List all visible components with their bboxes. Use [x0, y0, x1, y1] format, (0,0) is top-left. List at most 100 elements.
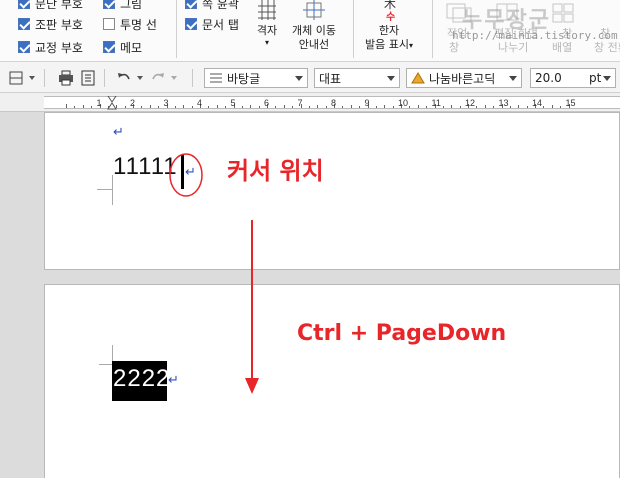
hanja-label-line2: 발음 표시▾ [365, 38, 413, 53]
ruler-minor-tick [208, 106, 210, 108]
checkbox-document-tab[interactable]: 문서 탭 [185, 15, 239, 33]
document-area[interactable]: ↵ 11111 ↵ 커서 위치 2222 ↵ Ctrl + PageDown [0, 112, 620, 478]
ruler-minor-tick [325, 106, 327, 108]
ribbon-separator [353, 0, 354, 58]
paragraph-mark: ↵ [113, 125, 124, 140]
svg-text:수: 수 [386, 11, 395, 22]
style-icon [210, 73, 222, 83]
ruler-minor-tick [526, 106, 528, 108]
ruler-minor-tick [560, 106, 562, 108]
ruler-minor-tick [375, 106, 377, 108]
language-value: 대표 [319, 71, 342, 86]
ruler-tick [250, 105, 252, 108]
horizontal-ruler[interactable]: 1 2 3 4 5 6 7 8 9 10 11 12 13 14 15 [0, 93, 620, 112]
ruler-minor-tick [442, 106, 444, 108]
ruler-minor-tick [543, 106, 545, 108]
ruler-tick [350, 105, 352, 108]
ruler-minor-tick [392, 106, 394, 108]
checkbox-memo[interactable]: 메모 [103, 38, 142, 56]
ruler-minor-tick [141, 106, 143, 108]
checkbox-picture[interactable]: 그림 [103, 0, 142, 12]
font-select[interactable]: 나눔바른고딕 [406, 68, 522, 88]
redo-dropdown-icon[interactable] [171, 76, 177, 80]
ruler-minor-tick [292, 106, 294, 108]
hanja-pronunciation-button[interactable]: 木 수 한자 발음 표시▾ [365, 0, 413, 53]
ribbon-separator [176, 0, 177, 58]
paragraph-mark: ↵ [168, 373, 179, 388]
print-icon[interactable] [58, 70, 74, 86]
checkbox-paragraph-mark[interactable]: 문단 부호 [18, 0, 83, 12]
checkbox-transparent-line[interactable]: 투명 선 [103, 15, 157, 33]
ruler-minor-tick [74, 106, 76, 108]
preview-icon[interactable] [80, 70, 96, 86]
font-size-unit: pt [589, 71, 602, 85]
ruler-strip: 1 2 3 4 5 6 7 8 9 10 11 12 13 14 15 [44, 96, 620, 109]
hanja-dropdown-arrow[interactable]: ▾ [409, 41, 413, 50]
checkbox-format-mark[interactable]: 조판 부호 [18, 15, 83, 33]
page-2[interactable]: 2222 ↵ Ctrl + PageDown [44, 284, 620, 478]
checkbox-label: 조판 부호 [35, 17, 83, 32]
checkbox-icon[interactable] [185, 0, 197, 9]
redo-icon[interactable] [150, 70, 166, 86]
checkbox-icon[interactable] [18, 41, 30, 53]
ruler-number: 14 [532, 98, 543, 108]
checkbox-icon[interactable] [103, 0, 115, 9]
indent-marker-icon[interactable] [107, 96, 117, 112]
undo-icon[interactable] [116, 70, 132, 86]
switch-label[interactable]: 창 전환 [594, 41, 620, 55]
ruler-minor-tick [409, 106, 411, 108]
shortcut-annotation: Ctrl + PageDown [297, 321, 507, 346]
checkbox-icon[interactable] [185, 18, 197, 30]
view-mode-icon[interactable] [8, 70, 24, 86]
checkbox-label: 투명 선 [120, 17, 157, 32]
crop-mark [97, 175, 113, 205]
checkbox-icon[interactable] [103, 18, 115, 30]
checkbox-label: 메모 [120, 40, 143, 55]
language-select[interactable]: 대표 [314, 68, 400, 88]
toolbar-separator [104, 69, 105, 87]
checkbox-correction-mark[interactable]: 교정 부호 [18, 38, 83, 56]
chevron-down-icon [603, 76, 611, 81]
ruler-number: 9 [364, 98, 370, 108]
ruler-minor-tick [241, 106, 243, 108]
ruler-number: 10 [398, 98, 409, 108]
ruler-number: 8 [331, 98, 337, 108]
checkbox-label: 교정 부호 [35, 40, 83, 55]
checkbox-label: 문서 탭 [202, 17, 239, 32]
ruler-tick [551, 105, 553, 108]
arrange-label[interactable]: 배열 [552, 41, 572, 55]
checkbox-page-outline[interactable]: 쪽 윤곽 [185, 0, 239, 12]
checkbox-icon[interactable] [18, 18, 30, 30]
ruler-minor-tick [258, 106, 260, 108]
grid-dropdown-arrow[interactable]: ▾ [265, 38, 269, 48]
crop-mark [99, 345, 113, 365]
checkbox-icon[interactable] [18, 0, 30, 9]
chevron-down-icon [387, 76, 395, 81]
watermark-url: http://mainia.tistory.com [452, 29, 618, 42]
grid-label: 격자 [257, 24, 277, 38]
ruler-number: 6 [264, 98, 270, 108]
undo-dropdown-icon[interactable] [137, 76, 143, 80]
cursor-highlight-circle [169, 153, 203, 197]
ruler-tick [183, 105, 185, 108]
chevron-down-icon [509, 76, 517, 81]
selected-text[interactable]: 2222 [112, 361, 169, 401]
view-mode-dropdown-icon[interactable] [29, 76, 35, 80]
cursor-position-annotation: 커서 위치 [227, 157, 324, 185]
split-label[interactable]: 나누기 [498, 41, 528, 55]
ruler-number: 12 [465, 98, 476, 108]
checkbox-icon[interactable] [103, 41, 115, 53]
checkbox-label: 그림 [120, 0, 143, 11]
ruler-tick [451, 105, 453, 108]
page-1[interactable]: ↵ 11111 ↵ 커서 위치 [44, 112, 620, 270]
font-size-select[interactable]: 20.0 pt [530, 68, 616, 88]
object-move-guideline-button[interactable]: 개체 이동 안내선 [292, 0, 336, 52]
style-select[interactable]: 바탕글 [204, 68, 308, 88]
checkbox-label: 쪽 윤곽 [202, 0, 239, 11]
grid-label-text: 격자 [256, 24, 278, 37]
hanja-label-text: 발음 표시 [365, 38, 409, 51]
grid-button[interactable]: 격자 ▾ [256, 0, 278, 48]
window-label-2[interactable]: 창 [449, 41, 459, 55]
ruler-minor-tick [359, 106, 361, 108]
ruler-minor-tick [308, 106, 310, 108]
